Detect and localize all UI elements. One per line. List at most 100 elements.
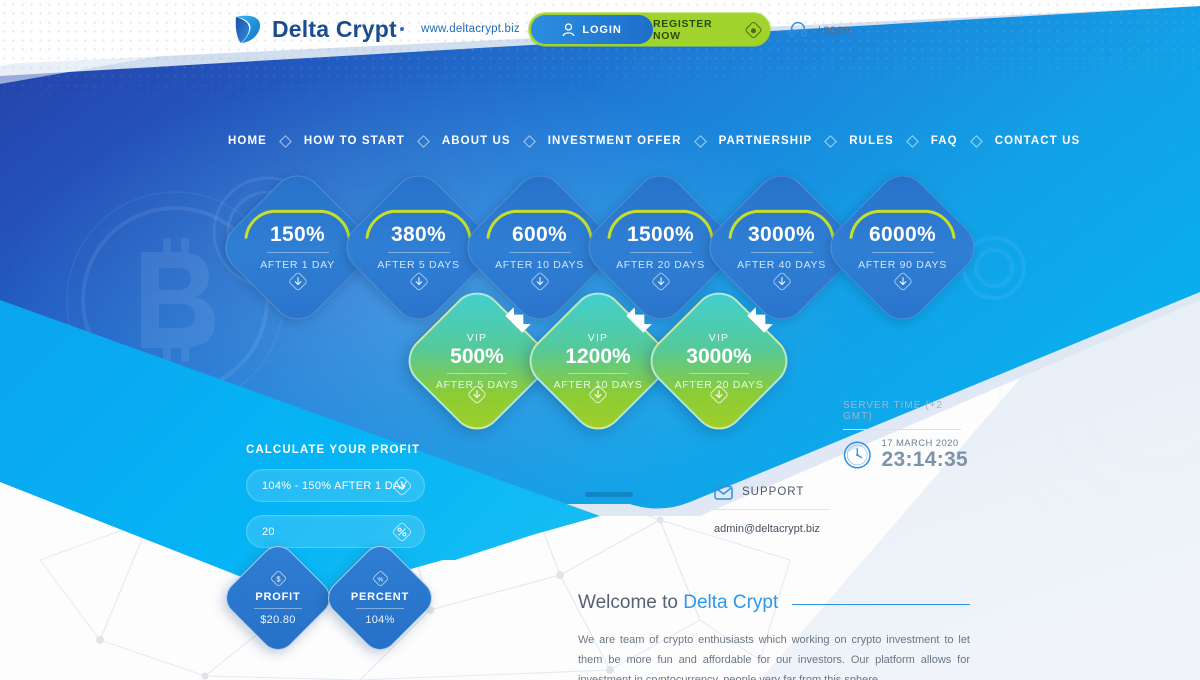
support-phone[interactable]: +soon — [789, 20, 851, 38]
server-time-block: SERVER TIME (+2 GMT) 17 MARCH 2020 23:14… — [843, 400, 968, 472]
download-arrow-icon[interactable] — [409, 272, 428, 291]
divider — [714, 509, 830, 510]
vip-percent: 1200% — [565, 344, 631, 368]
diamond-separator-icon — [693, 134, 707, 148]
diamond-separator-icon — [522, 134, 536, 148]
support-title: SUPPORT — [742, 486, 805, 498]
plan-percent: 1500% — [627, 223, 694, 246]
calculator-title: CALCULATE YOUR PROFIT — [246, 444, 421, 456]
diamond-separator-icon — [969, 134, 983, 148]
nav-item-how-to-start[interactable]: HOW TO START — [304, 135, 405, 147]
divider — [387, 252, 450, 253]
amount-value: 20 — [262, 525, 275, 538]
divider — [266, 252, 329, 253]
support-block: SUPPORT admin@deltacrypt.biz — [714, 484, 844, 537]
site-url[interactable]: www.deltacrypt.biz — [421, 23, 520, 35]
nav-item-rules[interactable]: RULES — [849, 135, 893, 147]
login-label: LOGIN — [582, 23, 622, 36]
divider — [629, 252, 692, 253]
panel-scroll-handle[interactable] — [585, 492, 633, 497]
divider — [508, 252, 571, 253]
plan-term: AFTER 1 DAY — [260, 259, 335, 271]
divider — [568, 372, 628, 374]
site-header: Delta Crypt www.deltacrypt.biz LOGIN REG… — [0, 0, 1200, 58]
main-navigation: HOME HOW TO START ABOUT US INVESTMENT OF… — [228, 134, 1081, 148]
divider — [750, 252, 813, 253]
plan-select-value: 104% - 150% AFTER 1 DAY — [262, 479, 408, 492]
vip-badge: VIP — [708, 331, 730, 344]
download-arrow-icon[interactable] — [710, 385, 729, 404]
server-time-title: SERVER TIME (+2 GMT) — [843, 400, 943, 422]
brand-logo[interactable]: Delta Crypt — [233, 13, 397, 45]
diamond-separator-icon — [824, 134, 838, 148]
result-value: $20.80 — [260, 614, 296, 626]
plan-select[interactable]: 104% - 150% AFTER 1 DAY — [246, 469, 425, 502]
download-arrow-icon[interactable] — [893, 272, 912, 291]
user-icon — [562, 22, 575, 36]
download-arrow-icon[interactable] — [651, 272, 670, 291]
plan-term: AFTER 40 DAYS — [737, 259, 826, 271]
welcome-heading: Welcome to Delta Crypt — [578, 592, 778, 614]
nav-item-faq[interactable]: FAQ — [931, 135, 958, 147]
vip-percent: 500% — [450, 344, 504, 368]
plan-percent: 380% — [391, 223, 446, 246]
vip-badge: VIP — [587, 331, 609, 344]
result-label: PERCENT — [350, 591, 410, 603]
auth-pill: LOGIN REGISTER NOW — [528, 12, 771, 47]
nav-item-contact-us[interactable]: CONTACT US — [995, 135, 1081, 147]
diamond-separator-icon — [416, 134, 430, 148]
plan-term: AFTER 90 DAYS — [858, 259, 947, 271]
divider — [447, 372, 507, 374]
amount-input[interactable]: 20 — [246, 515, 425, 548]
result-label: PROFIT — [255, 591, 301, 603]
headset-icon — [789, 21, 807, 37]
plan-percent: 3000% — [748, 223, 815, 246]
plan-percent: 150% — [270, 223, 325, 246]
plan-term: AFTER 10 DAYS — [495, 259, 584, 271]
download-arrow-icon[interactable] — [468, 385, 487, 404]
download-arrow-icon[interactable] — [589, 385, 608, 404]
vip-percent: 3000% — [686, 344, 752, 368]
svg-text:%: % — [377, 576, 383, 583]
welcome-heading-prefix: Welcome to — [578, 592, 684, 613]
plan-term: AFTER 20 DAYS — [616, 259, 705, 271]
welcome-section: Welcome to Delta Crypt We are team of cr… — [578, 592, 970, 680]
percent-icon: % — [372, 571, 388, 586]
welcome-body: We are team of crypto enthusiasts which … — [578, 634, 970, 680]
nav-item-about-us[interactable]: ABOUT US — [442, 135, 511, 147]
divider — [689, 372, 749, 374]
heading-rule — [792, 603, 970, 606]
page-root: Delta Crypt www.deltacrypt.biz LOGIN REG… — [0, 0, 1200, 680]
envelope-icon — [714, 485, 733, 500]
download-arrow-icon[interactable] — [772, 272, 791, 291]
diamond-separator-icon — [905, 134, 919, 148]
nav-item-home[interactable]: HOME — [228, 135, 267, 147]
plan-percent: 6000% — [869, 223, 936, 246]
login-button[interactable]: LOGIN — [531, 15, 653, 44]
brand-name: Delta Crypt — [272, 15, 397, 42]
dollar-icon: $ — [270, 571, 286, 586]
plan-term: AFTER 5 DAYS — [377, 259, 460, 271]
svg-text:$: $ — [276, 574, 281, 583]
nav-item-partnership[interactable]: PARTNERSHIP — [719, 135, 813, 147]
delta-logo-icon — [235, 15, 261, 43]
divider — [356, 608, 404, 609]
divider — [254, 608, 302, 609]
register-label: REGISTER NOW — [653, 17, 713, 42]
clock-icon — [843, 441, 871, 469]
divider — [871, 252, 934, 253]
support-email[interactable]: admin@deltacrypt.biz — [714, 523, 820, 535]
brand-separator-dot — [400, 27, 404, 31]
welcome-heading-brand: Delta Crypt — [683, 592, 779, 613]
download-arrow-icon[interactable] — [530, 272, 549, 291]
server-clock: 23:14:35 — [881, 448, 968, 472]
phone-number: +soon — [816, 22, 851, 36]
dropdown-arrow-icon[interactable] — [391, 475, 413, 497]
divider — [843, 429, 961, 430]
vip-badge: VIP — [466, 331, 488, 344]
plan-percent: 600% — [512, 223, 567, 246]
download-arrow-icon[interactable] — [288, 272, 307, 291]
percent-diamond-icon — [392, 522, 412, 541]
result-value: 104% — [365, 614, 395, 626]
nav-item-investment-offer[interactable]: INVESTMENT OFFER — [548, 135, 682, 147]
